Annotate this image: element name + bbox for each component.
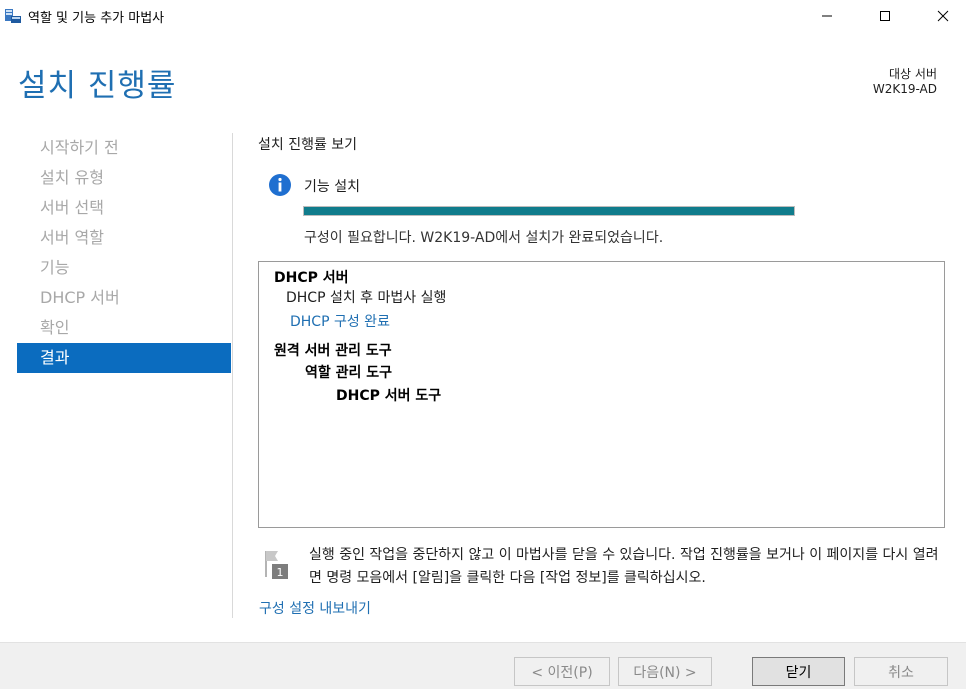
nav-item-server-roles: 서버 역할 — [40, 228, 104, 247]
maximize-button[interactable] — [862, 0, 908, 32]
nav-item-server-selection: 서버 선택 — [40, 198, 104, 217]
destination-server-label: 대상 서버 — [889, 67, 937, 81]
close-wizard-note: 실행 중인 작업을 중단하지 않고 이 마법사를 닫을 수 있습니다. 작업 진… — [309, 547, 939, 586]
cancel-button[interactable]: 취소 — [854, 657, 948, 686]
previous-button[interactable]: < 이전(P) — [514, 657, 610, 686]
result-dhcp-tools: DHCP 서버 도구 — [336, 388, 442, 404]
page-title: 설치 진행률 — [18, 68, 177, 104]
nav-item-features: 기능 — [40, 258, 70, 277]
wizard-footer: < 이전(P) 다음(N) > 닫기 취소 — [0, 642, 966, 689]
installation-progress-bar — [303, 206, 795, 216]
section-title: 설치 진행률 보기 — [258, 137, 358, 153]
nav-item-before-you-begin: 시작하기 전 — [40, 138, 119, 157]
title-bar: 역할 및 기능 추가 마법사 — [0, 0, 966, 32]
export-configuration-link[interactable]: 구성 설정 내보내기 — [259, 598, 371, 618]
nav-item-confirmation: 확인 — [40, 318, 70, 337]
destination-server-value: W2K19-AD — [872, 82, 937, 96]
result-dhcp-postinstall: DHCP 설치 후 마법사 실행 — [286, 290, 447, 306]
close-button[interactable]: 닫기 — [752, 657, 845, 686]
window-title: 역할 및 기능 추가 마법사 — [28, 11, 165, 26]
feature-installation-label: 기능 설치 — [304, 179, 360, 195]
progress-fill — [304, 207, 794, 215]
result-rsat: 원격 서버 관리 도구 — [274, 343, 392, 359]
maximize-icon — [880, 11, 890, 21]
result-role-admin-tools: 역할 관리 도구 — [305, 365, 393, 381]
result-dhcp-server: DHCP 서버 — [274, 270, 349, 286]
close-icon — [937, 10, 949, 22]
flag-badge-number: 1 — [277, 566, 284, 579]
installation-status-text: 구성이 필요합니다. W2K19-AD에서 설치가 완료되었습니다. — [304, 230, 664, 246]
dhcp-config-link[interactable]: DHCP 구성 완료 — [290, 311, 390, 331]
notification-flag-icon: 1 — [265, 551, 288, 579]
wizard-nav: 시작하기 전 설치 유형 서버 선택 서버 역할 기능 DHCP 서버 확인 결… — [17, 133, 231, 373]
info-icon — [269, 174, 291, 196]
nav-item-results[interactable]: 결과 — [17, 343, 231, 373]
nav-divider — [232, 133, 233, 618]
close-window-button[interactable] — [920, 0, 966, 32]
minimize-button[interactable] — [804, 0, 850, 32]
nav-item-installation-type: 설치 유형 — [40, 168, 104, 187]
installation-results-box: DHCP 서버 DHCP 설치 후 마법사 실행 DHCP 구성 완료 원격 서… — [258, 261, 945, 528]
next-button[interactable]: 다음(N) > — [618, 657, 712, 686]
minimize-icon — [822, 15, 832, 17]
nav-item-dhcp-server: DHCP 서버 — [40, 288, 120, 307]
server-manager-icon — [5, 9, 21, 23]
